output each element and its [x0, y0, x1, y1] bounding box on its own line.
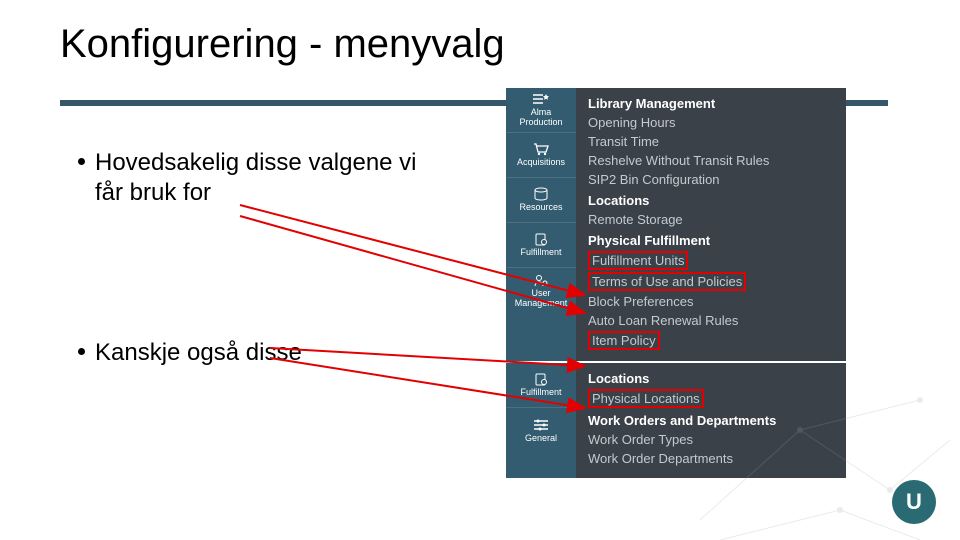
user-gear-icon	[532, 273, 550, 287]
bullet-dot-icon	[78, 158, 85, 165]
logo-badge: U	[892, 480, 936, 524]
sidebar-item-general[interactable]: General	[506, 408, 576, 453]
menu-heading-library-management: Library Management	[588, 96, 834, 111]
bullet-dot-icon	[78, 348, 85, 355]
menu-item-opening-hours[interactable]: Opening Hours	[588, 113, 834, 132]
menu-item-remote-storage[interactable]: Remote Storage	[588, 210, 834, 229]
sidebar-item-alma[interactable]: AlmaProduction	[506, 88, 576, 133]
menu-item-item-policy[interactable]: Item Policy	[588, 331, 660, 350]
bullet-2-text: Kanskje også disse	[95, 339, 302, 366]
sliders-icon	[532, 418, 550, 432]
sidebar-item-fulfillment[interactable]: Fulfillment	[506, 223, 576, 268]
menu-heading-locations: Locations	[588, 193, 834, 208]
bullet-1: Hovedsakelig disse valgene vi får bruk f…	[78, 148, 417, 208]
logo-letter: U	[906, 489, 922, 515]
sidebar-item-fulfillment-2[interactable]: Fulfillment	[506, 363, 576, 408]
bullet-1-line1: Hovedsakelig disse valgene vi	[95, 149, 417, 176]
cart-icon	[532, 142, 550, 156]
menu-item-fulfillment-units[interactable]: Fulfillment Units	[588, 251, 688, 270]
menu-item-terms-of-use[interactable]: Terms of Use and Policies	[588, 272, 746, 291]
sliders-star-icon	[532, 92, 550, 106]
bullet-1-line2: får bruk for	[78, 178, 417, 208]
menu-item-block-preferences[interactable]: Block Preferences	[588, 292, 834, 311]
menu-block-1: AlmaProduction Acquisitions Resources Fu…	[506, 88, 846, 361]
sidebar-icons: AlmaProduction Acquisitions Resources Fu…	[506, 88, 576, 361]
menu-item-transit-time[interactable]: Transit Time	[588, 132, 834, 151]
menu-heading-physical-fulfillment: Physical Fulfillment	[588, 233, 834, 248]
menu-item-auto-loan-renewal[interactable]: Auto Loan Renewal Rules	[588, 311, 834, 330]
sidebar-item-user-management[interactable]: UserManagement	[506, 268, 576, 313]
menu-item-reshelve[interactable]: Reshelve Without Transit Rules	[588, 151, 834, 170]
sidebar-item-resources[interactable]: Resources	[506, 178, 576, 223]
bullet-2: Kanskje også disse	[78, 338, 302, 368]
menu-panel-1: Library Management Opening Hours Transit…	[576, 88, 846, 361]
menu-item-sip2[interactable]: SIP2 Bin Configuration	[588, 170, 834, 189]
sidebar-icons-2: Fulfillment General	[506, 363, 576, 478]
database-icon	[532, 187, 550, 201]
clipboard-gear-icon	[532, 232, 550, 246]
clipboard-gear-icon	[532, 372, 550, 386]
sidebar-item-acquisitions[interactable]: Acquisitions	[506, 133, 576, 178]
page-title: Konfigurering - menyvalg	[60, 22, 505, 67]
